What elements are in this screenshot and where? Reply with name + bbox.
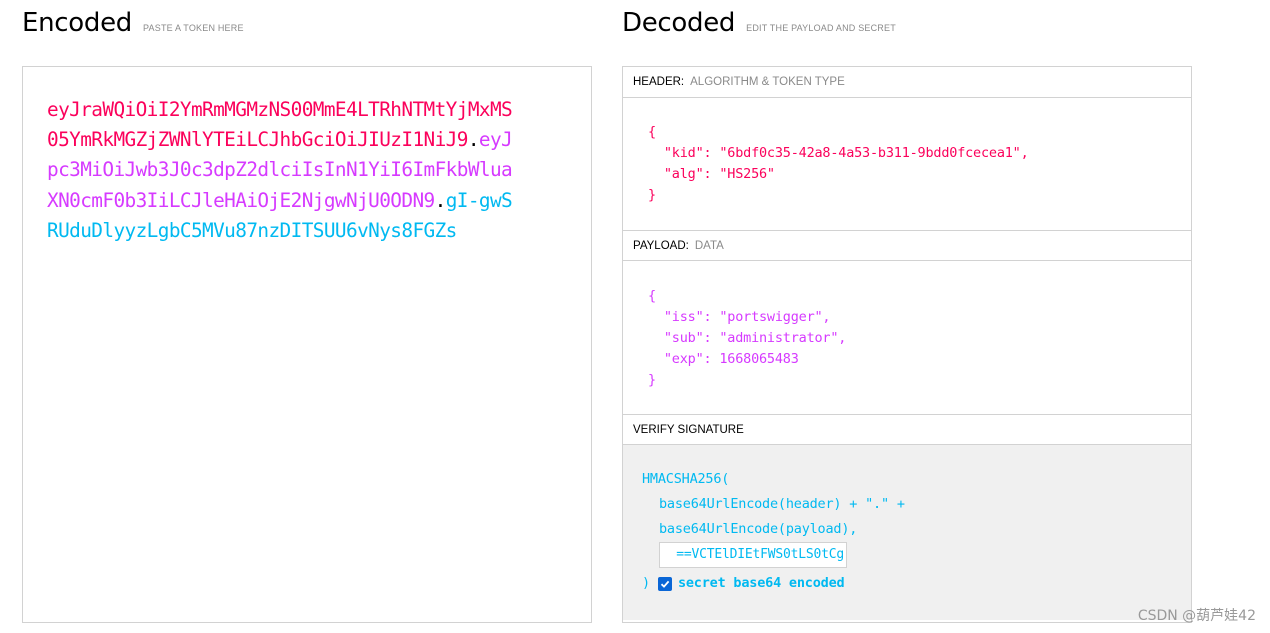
payload-json-editor[interactable]: { "iss": "portswigger", "sub": "administ… xyxy=(623,261,1191,414)
header-section-title: HEADER: ALGORITHM & TOKEN TYPE xyxy=(623,67,1191,98)
secret-base64-checkbox[interactable] xyxy=(657,576,672,591)
json-line-sub[interactable]: "sub": "administrator", xyxy=(648,328,1191,349)
json-open-brace: { xyxy=(648,124,656,140)
json-value: "6bdf0c35-42a8-4a53-b311-9bdd0fcecea1" xyxy=(719,145,1021,161)
json-line-alg[interactable]: "alg": "HS256" xyxy=(648,164,1191,185)
json-line-exp[interactable]: "exp": 1668065483 xyxy=(648,349,1191,370)
verify-line-payload: base64UrlEncode(payload), xyxy=(659,521,858,537)
token-header-part[interactable]: eyJraWQiOiI2YmRmMGMzNS00MmE4LTRhNTMtYjMx… xyxy=(47,98,513,151)
verify-line-header: base64UrlEncode(header) + "." + xyxy=(659,496,905,512)
decoded-heading: Decoded EDIT THE PAYLOAD AND SECRET xyxy=(622,8,896,38)
decoded-panel: HEADER: ALGORITHM & TOKEN TYPE { "kid": … xyxy=(622,66,1192,623)
json-open-brace: { xyxy=(648,288,656,304)
json-close-brace: } xyxy=(648,187,656,203)
encoded-title: Encoded xyxy=(22,8,133,38)
decoded-hint: EDIT THE PAYLOAD AND SECRET xyxy=(746,23,896,33)
header-section-sub: ALGORITHM & TOKEN TYPE xyxy=(690,76,845,88)
json-key: "sub" xyxy=(663,330,704,346)
payload-section-sub: DATA xyxy=(694,239,724,252)
payload-section-label: PAYLOAD: xyxy=(633,239,689,252)
checkmark-icon xyxy=(660,580,670,588)
json-key: "kid" xyxy=(663,145,704,161)
secret-base64-label[interactable]: secret base64 encoded xyxy=(678,571,845,596)
json-value: "HS256" xyxy=(719,166,775,182)
verify-signature-body: HMACSHA256( base64UrlEncode(header) + ".… xyxy=(623,445,1191,620)
json-line-kid[interactable]: "kid": "6bdf0c35-42a8-4a53-b311-9bdd0fce… xyxy=(648,143,1191,164)
json-value: "administrator" xyxy=(719,330,839,346)
token-text[interactable]: eyJraWQiOiI2YmRmMGMzNS00MmE4LTRhNTMtYjMx… xyxy=(47,95,519,246)
encoded-token-editor[interactable]: eyJraWQiOiI2YmRmMGMzNS00MmE4LTRhNTMtYjMx… xyxy=(22,66,592,623)
json-key: "exp" xyxy=(663,351,704,367)
header-json-editor[interactable]: { "kid": "6bdf0c35-42a8-4a53-b311-9bdd0f… xyxy=(623,98,1191,230)
json-key: "iss" xyxy=(663,309,704,325)
verify-section-title: VERIFY SIGNATURE xyxy=(623,414,1191,445)
token-dot: . xyxy=(434,188,447,212)
decoded-title: Decoded xyxy=(622,8,736,38)
json-value: "portswigger" xyxy=(719,309,823,325)
watermark: CSDN @葫芦娃42 xyxy=(1137,608,1256,624)
json-key: "alg" xyxy=(663,166,704,182)
json-value: 1668065483 xyxy=(719,351,799,367)
verify-close-paren: ) xyxy=(642,575,650,591)
header-section-label: HEADER: xyxy=(633,76,685,88)
verify-section-label: VERIFY SIGNATURE xyxy=(633,423,744,436)
encoded-heading: Encoded PASTE A TOKEN HERE xyxy=(22,8,244,38)
json-close-brace: } xyxy=(648,372,656,388)
verify-line-func: HMACSHA256( xyxy=(642,471,730,487)
secret-input[interactable]: VCTElDIEtFWS0tLS0tCg== xyxy=(659,542,847,568)
payload-section-title: PAYLOAD: DATA xyxy=(623,230,1191,261)
encoded-hint: PASTE A TOKEN HERE xyxy=(143,23,244,33)
json-line-iss[interactable]: "iss": "portswigger", xyxy=(648,307,1191,328)
token-dot: . xyxy=(467,128,480,152)
